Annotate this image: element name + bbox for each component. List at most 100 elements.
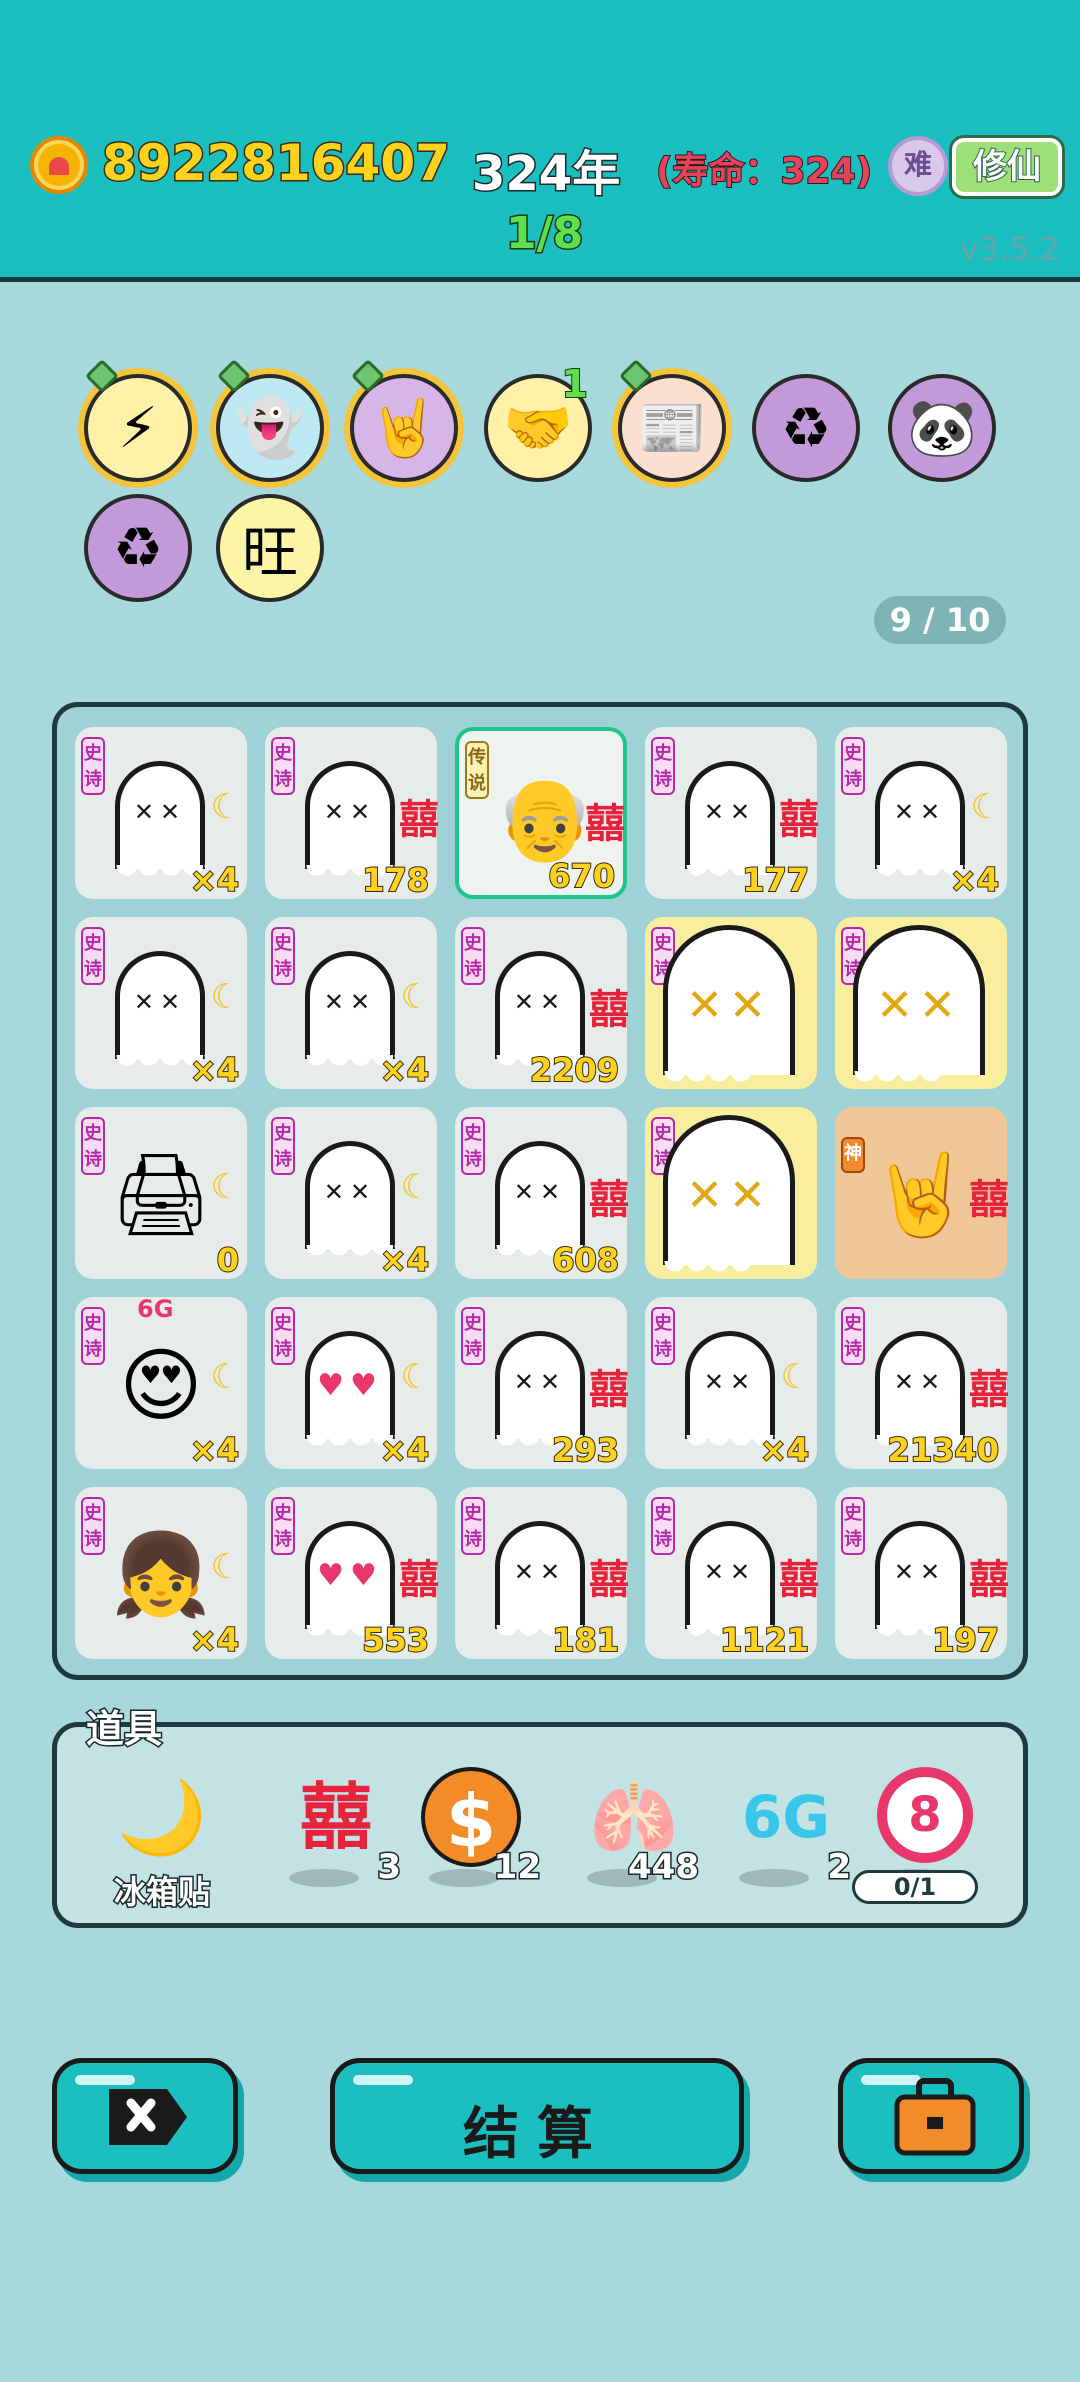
- moon-icon: ☾: [400, 1167, 431, 1207]
- close-button[interactable]: [52, 2058, 238, 2174]
- dead-ghost-icon: ✕✕: [853, 925, 985, 1087]
- wang-icon-glyph: 旺: [242, 520, 298, 586]
- rarity-tag: 史诗: [841, 1307, 865, 1365]
- prop-item[interactable]: $12: [411, 1767, 543, 1907]
- cell-value: 2209: [529, 1050, 620, 1090]
- time-magazine-icon[interactable]: 📰: [618, 374, 726, 482]
- panda-icon-glyph: 🐼: [907, 396, 977, 461]
- grid-cell[interactable]: 史诗 ✕✕ 囍 293: [455, 1297, 629, 1470]
- cell-value: ×4: [379, 1050, 430, 1090]
- grid-cell[interactable]: 史诗 ✕✕ 囍 21340: [835, 1297, 1009, 1470]
- coin-balance: 8922816407: [101, 133, 452, 194]
- target-quota: 0/1: [852, 1870, 978, 1904]
- handshake-icon[interactable]: 🤝 1: [484, 361, 592, 482]
- cell-value: ×4: [379, 1240, 430, 1280]
- pin-icon: [350, 364, 380, 394]
- recycle-icon-glyph: ♻: [780, 395, 832, 461]
- ghost-eyes: ✕✕: [703, 1558, 757, 1586]
- grid-cell[interactable]: 史诗 ✕✕: [645, 917, 817, 1089]
- ghost-eyes: ✕✕: [323, 1178, 377, 1206]
- ghost-icon: ✕✕: [685, 1521, 775, 1641]
- recycle-icon[interactable]: ♻: [84, 494, 192, 602]
- ghost-eyes: ✕✕: [133, 798, 187, 826]
- ghost-eyes: ♥♥: [317, 1558, 383, 1593]
- prop-shadow: [289, 1869, 359, 1887]
- settle-button[interactable]: 结算: [330, 2058, 744, 2174]
- grid-cell[interactable]: 神 🤘 囍: [835, 1107, 1009, 1279]
- grid-cell[interactable]: 史诗 ✕✕ ☾ ×4: [265, 1107, 437, 1280]
- ghost-icon: ✕✕: [495, 1331, 585, 1451]
- cell-value: ×4: [189, 1050, 240, 1090]
- grid-cell[interactable]: 史诗 ✕✕: [645, 1107, 817, 1279]
- ghost-icon: ✕✕: [115, 761, 205, 881]
- lightning-icon-glyph: ⚡: [118, 395, 158, 461]
- cultivate-button[interactable]: 修仙: [952, 138, 1062, 196]
- prop-name: 冰箱贴: [112, 1872, 211, 1913]
- ghost-eyes: ✕✕: [703, 798, 757, 826]
- cell-value: 197: [931, 1620, 1000, 1660]
- rarity-tag: 传说: [465, 741, 489, 799]
- grid-cell[interactable]: 史诗 ✕✕ 囍 2209: [455, 917, 629, 1090]
- ghost-icon: ✕✕: [685, 1331, 775, 1451]
- prop-count: 12: [492, 1846, 542, 1889]
- grid-cell[interactable]: 史诗 ✕✕ ☾ ×4: [835, 727, 1007, 900]
- grid-cell[interactable]: 史诗 ✕✕ ☾ ×4: [645, 1297, 817, 1470]
- grid-cell[interactable]: 史诗 ✕✕ 囍 181: [455, 1487, 629, 1660]
- rarity-tag: 史诗: [461, 927, 485, 985]
- grid-cell[interactable]: 史诗 ✕✕ 囍 608: [455, 1107, 629, 1280]
- moon-icon: ☾: [780, 1357, 811, 1397]
- grid-cell[interactable]: 史诗 ✕✕ 囍 197: [835, 1487, 1009, 1660]
- rarity-tag: 史诗: [81, 1117, 105, 1175]
- grid-cell[interactable]: 史诗 🖨 ☾ 0: [75, 1107, 247, 1280]
- ghost-icon: ✕✕: [115, 951, 205, 1071]
- panda-icon[interactable]: 🐼: [888, 374, 996, 482]
- grid-cell[interactable]: 史诗 😍 ☾ 6G ×4: [75, 1295, 247, 1470]
- prop-item[interactable]: 6G 2: [721, 1767, 852, 1907]
- lightning-icon[interactable]: ⚡: [84, 374, 192, 482]
- cell-value: ×4: [189, 1620, 240, 1660]
- cell-value: 178: [361, 860, 430, 900]
- rock-hand-icon[interactable]: 🤘: [350, 374, 458, 482]
- grid-cell[interactable]: 史诗 ✕✕ ☾ ×4: [75, 727, 247, 900]
- top-status-bar: 8922816407 324年 (寿命：324) 难 修仙 1/8 v3.5.2: [0, 0, 1080, 282]
- rarity-tag: 史诗: [461, 1497, 485, 1555]
- ghost-eyes: ✕✕: [323, 798, 377, 826]
- rock-hand-icon: 🤘: [871, 1148, 971, 1241]
- grid-cell[interactable]: 史诗 ♥♥ 囍 553: [265, 1487, 439, 1660]
- wang-icon[interactable]: 旺: [216, 494, 324, 602]
- briefcase-icon: [894, 2078, 976, 2156]
- rarity-tag: 史诗: [81, 1497, 105, 1555]
- rarity-tag: 史诗: [271, 1497, 295, 1555]
- moon-icon: ☾: [970, 787, 1001, 827]
- ghost-eyes: ✕✕: [703, 1368, 757, 1396]
- grid-cell[interactable]: 传说 👴 囍 670: [455, 727, 627, 899]
- ghost-icon: ✕✕: [495, 1141, 585, 1261]
- double-happiness-icon: 囍: [589, 1366, 629, 1413]
- inventory-button[interactable]: [838, 2058, 1024, 2174]
- rarity-tag: 史诗: [651, 1307, 675, 1365]
- difficulty-icon[interactable]: 难: [888, 136, 948, 196]
- grid-cell[interactable]: 史诗 ✕✕ ☾ ×4: [75, 917, 247, 1090]
- recycle-icon[interactable]: ♻: [752, 374, 860, 482]
- grid-cell[interactable]: 史诗 👧 ☾ ×4: [75, 1487, 247, 1660]
- target-8-icon: 8: [877, 1767, 973, 1863]
- grid-cell[interactable]: 史诗 ✕✕: [835, 917, 1007, 1089]
- prop-item[interactable]: 囍3: [271, 1767, 402, 1907]
- cell-value: 670: [547, 856, 616, 896]
- moon-icon: ☾: [210, 787, 241, 827]
- ghost-robot-icon[interactable]: 👻: [216, 374, 324, 482]
- grid-cell[interactable]: 史诗 ✕✕ 囍 178: [265, 727, 439, 900]
- cell-value: ×4: [949, 860, 1000, 900]
- 6g-badge: 6G: [137, 1295, 174, 1323]
- grid-cell[interactable]: 史诗 ♥♥ ☾ ×4: [265, 1297, 437, 1470]
- grid-cell[interactable]: 史诗 ✕✕ ☾ ×4: [265, 917, 437, 1090]
- ghost-icon: ✕✕: [875, 1521, 965, 1641]
- prop-item[interactable]: 🌙 冰箱贴: [97, 1767, 227, 1913]
- grid-cell[interactable]: 史诗 ✕✕ 囍 177: [645, 727, 819, 900]
- prop-item[interactable]: 🫁 448: [569, 1767, 700, 1907]
- ghost-eyes: ✕✕: [893, 1558, 947, 1586]
- page-counter: 9 / 10: [874, 596, 1006, 644]
- double-happiness-icon: 囍: [969, 1176, 1009, 1223]
- double-happiness-icon: 囍: [779, 796, 819, 843]
- grid-cell[interactable]: 史诗 ✕✕ 囍 1121: [645, 1487, 819, 1660]
